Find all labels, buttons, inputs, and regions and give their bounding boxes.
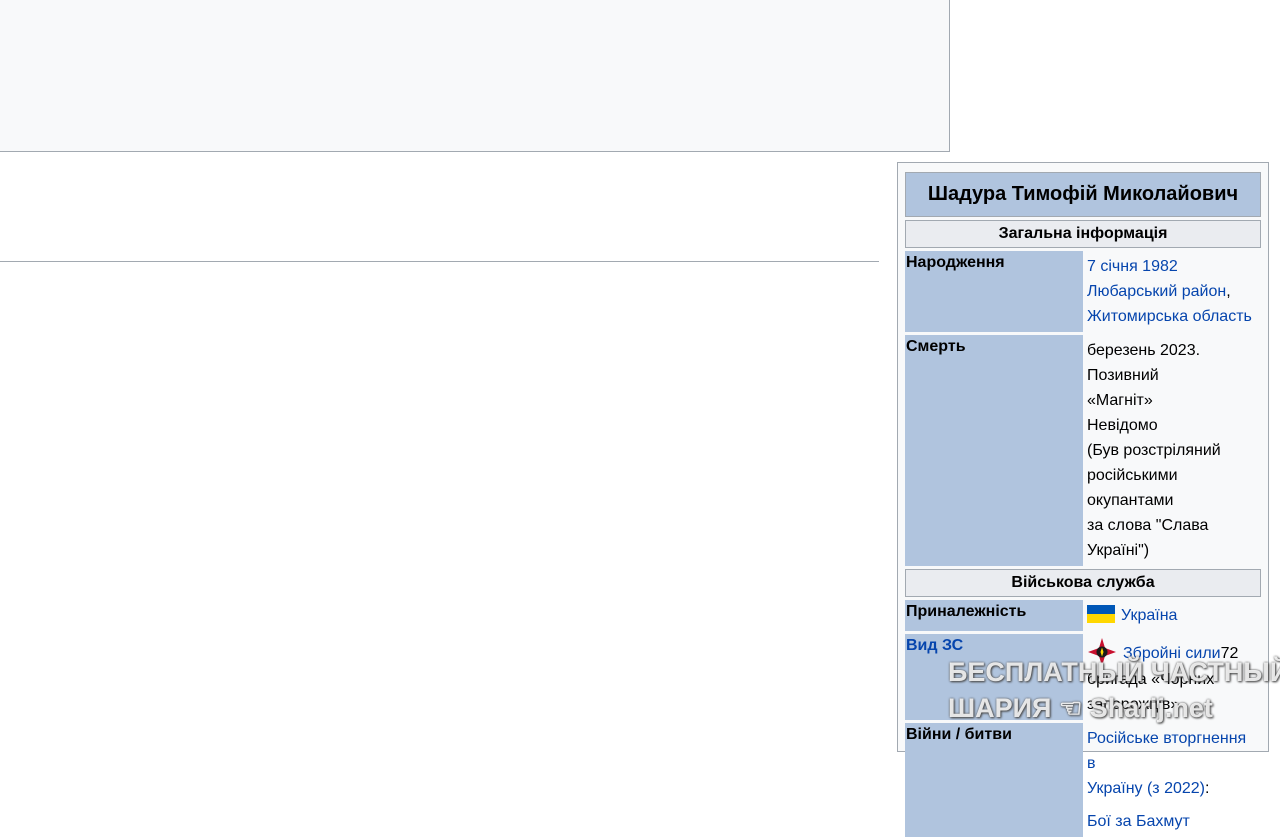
top-content-box [0,0,950,152]
infobox-table: Шадура Тимофій Миколайович Загальна інфо… [905,169,1261,840]
death-line-1: березень 2023. Позивний [1087,342,1201,384]
infobox-title: Шадура Тимофій Миколайович [905,172,1261,217]
row-allegiance: Приналежність Україна [905,600,1261,631]
section-military-service: Військова служба [905,569,1261,597]
branch-link[interactable]: Збройні сили [1123,645,1221,662]
birth-region-link[interactable]: Житомирська область [1087,308,1252,325]
birth-comma: , [1226,283,1231,300]
war-link-line-2[interactable]: Україну (з 2022) [1087,780,1205,797]
wars-value: Російське вторгнення в Україну (з 2022):… [1083,723,1261,837]
allegiance-label: Приналежність [905,600,1083,631]
branch-rest-1: 72 [1220,645,1239,662]
war-colon: : [1205,780,1210,797]
death-label: Смерть [905,335,1083,566]
ukraine-flag-icon[interactable] [1087,605,1115,623]
branch-rest-3: запорожців» [1087,696,1180,713]
infobox: Шадура Тимофій Миколайович Загальна інфо… [897,162,1269,837]
death-line-2: «Магніт» [1087,392,1153,409]
section-divider [0,261,879,262]
branch-value: Збройні сили72 бригада «Чорних запорожці… [1083,634,1261,720]
birth-label: Народження [905,251,1083,332]
death-line-4: (Був розстріляний [1087,442,1221,459]
death-line-6: за слова "Слава Україні") [1087,517,1209,559]
branch-rest-2: бригада «Чорних [1087,671,1215,688]
row-branch: Вид ЗС Збройні сили72 бригада «Чорних за… [905,634,1261,720]
wars-label: Війни / битви [905,723,1083,837]
war-link-line-1[interactable]: Російське вторгнення в [1087,730,1246,772]
birth-district-link[interactable]: Любарський район [1087,283,1226,300]
row-wars: Війни / битви Російське вторгнення в Укр… [905,723,1261,837]
row-death: Смерть березень 2023. Позивний «Магніт» … [905,335,1261,566]
branch-label-link[interactable]: Вид ЗС [905,634,1083,720]
section-general-info: Загальна інформація [905,220,1261,248]
death-value: березень 2023. Позивний «Магніт» Невідом… [1083,335,1261,566]
death-line-3: Невідомо [1087,417,1158,434]
birth-date-link[interactable]: 7 січня 1982 [1087,258,1178,275]
death-line-5: російськими окупантами [1087,467,1178,509]
armed-forces-emblem-icon[interactable] [1087,637,1117,667]
allegiance-link[interactable]: Україна [1121,607,1177,624]
birth-value: 7 січня 1982 Любарський район, Житомирсь… [1083,251,1261,332]
battle-link[interactable]: Бої за Бахмут [1087,813,1190,830]
allegiance-value: Україна [1083,600,1261,631]
row-birth: Народження 7 січня 1982 Любарський район… [905,251,1261,332]
